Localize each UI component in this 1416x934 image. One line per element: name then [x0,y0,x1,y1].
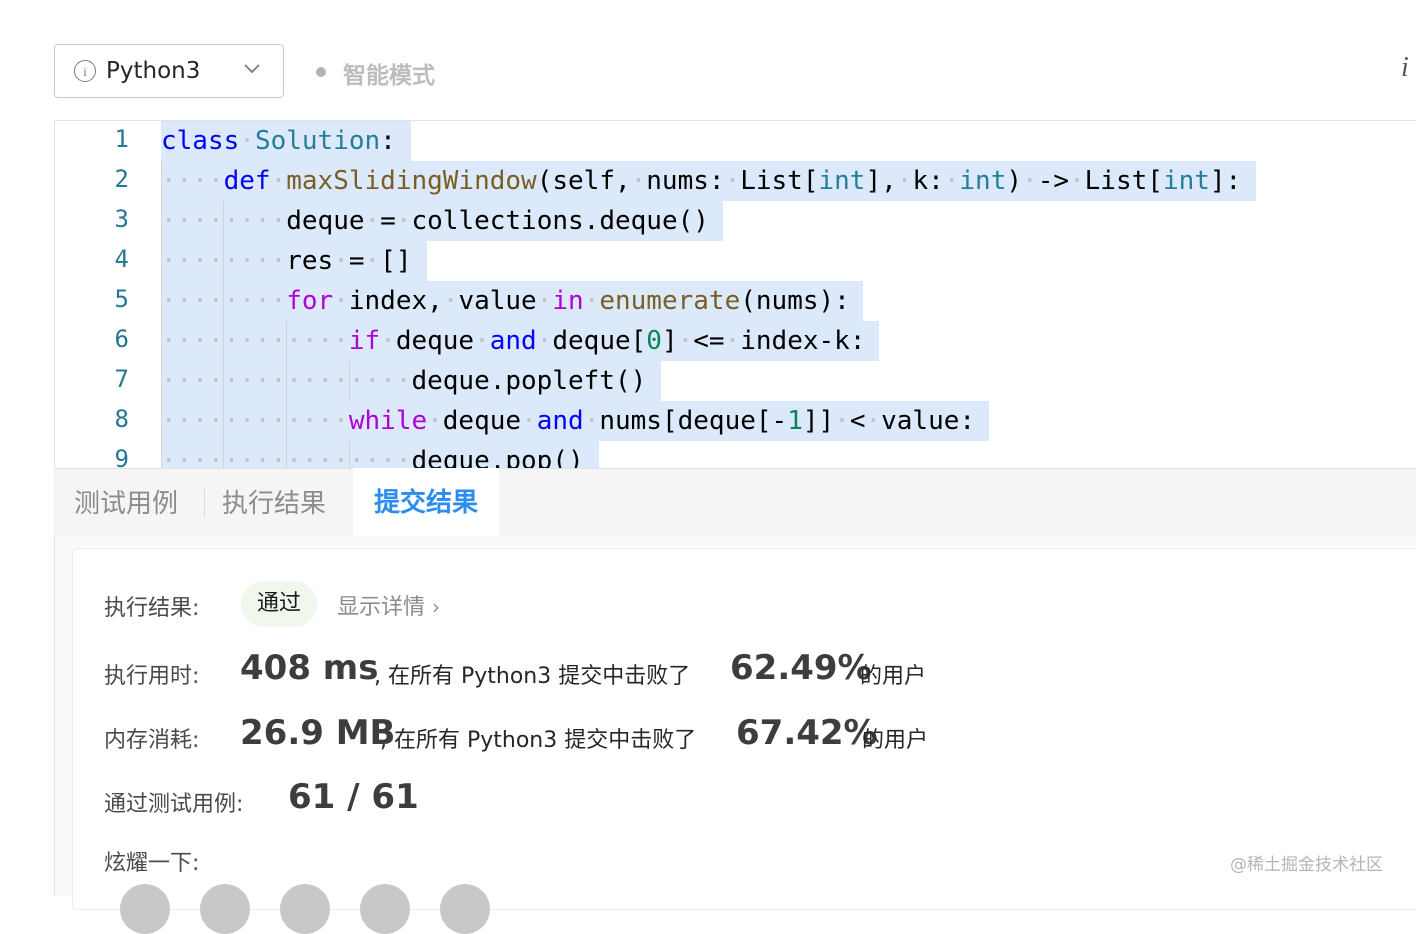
memory-suffix: 的用户 [862,728,929,753]
code-line: 2 ····def·maxSlidingWindow(self,·nums:·L… [55,161,1416,201]
indent-guide [223,201,224,469]
code-text: ············while·deque·and·nums[deque[-… [161,406,976,436]
code-text: class·Solution: [161,126,396,156]
line-number: 5 [114,285,129,313]
code-text: ············if·deque·and·deque[0]·<=·ind… [161,326,866,356]
code-text: ····def·maxSlidingWindow(self,·nums:·Lis… [161,166,1242,196]
show-details-label: 显示详情 [337,595,426,620]
indent-guide [349,441,350,469]
info-italic-icon[interactable]: i [1401,52,1409,84]
share-label: 炫耀一下: [104,851,200,876]
tab-divider [204,489,205,517]
chevron-down-icon [244,64,260,74]
language-label: Python3 [106,58,201,84]
line-number: 3 [114,205,129,233]
line-number: 4 [114,245,129,273]
cases-label: 通过测试用例: [104,792,244,817]
code-line: 4 ········res·=·[] [55,241,1416,281]
line-number: 9 [114,445,129,469]
share-icon[interactable] [200,884,250,934]
smart-mode-label[interactable]: 智能模式 [343,56,435,90]
language-select[interactable]: i Python3 [54,44,284,98]
line-number: 2 [114,165,129,193]
console-tabs: 测试用例 执行结果 提交结果 [54,468,1416,538]
code-line: 6 ············if·deque·and·deque[0]·<=·i… [55,321,1416,361]
code-line: 3 ········deque·=·collections.deque() [55,201,1416,241]
memory-percent: 67.42% [736,713,878,753]
runtime-label: 执行用时: [104,664,200,689]
code-text: ········res·=·[] [161,246,412,276]
memory-text: , 在所有 Python3 提交中击败了 [380,728,697,753]
memory-label: 内存消耗: [104,728,200,753]
runtime-value: 408 ms [240,648,379,688]
indent-guide [286,321,287,469]
memory-value: 26.9 MB [240,713,396,753]
code-text: ················deque.popleft() [161,366,647,396]
code-text: ················deque.pop() [161,446,584,469]
show-details-link[interactable]: 显示详情 › [337,589,440,621]
line-number: 6 [114,325,129,353]
indent-guide [161,161,162,469]
code-line: 8 ············while·deque·and·nums[deque… [55,401,1416,441]
share-icon[interactable] [280,884,330,934]
line-number: 7 [114,365,129,393]
share-icon[interactable] [440,884,490,934]
tab-test-cases[interactable]: 测试用例 [74,483,178,520]
runtime-suffix: 的用户 [860,664,927,689]
code-line: 5 ········for·index,·value·in·enumerate(… [55,281,1416,321]
code-text: ········deque·=·collections.deque() [161,206,709,236]
code-line: 7 ················deque.popleft() [55,361,1416,401]
status-label: 执行结果: [104,596,200,621]
line-number: 1 [114,125,129,153]
share-icon[interactable] [360,884,410,934]
status-badge: 通过 [241,581,318,627]
share-icon[interactable] [120,884,170,934]
cases-value: 61 / 61 [288,777,419,817]
code-text: ········for·index,·value·in·enumerate(nu… [161,286,850,316]
chevron-right-icon: › [432,595,441,619]
line-number: 8 [114,405,129,433]
tab-submit-result[interactable]: 提交结果 [353,468,499,538]
tab-run-result[interactable]: 执行结果 [222,483,326,520]
code-editor[interactable]: 1 class·Solution: 2 ····def·maxSlidingWi… [54,120,1416,469]
indent-guide [349,361,350,401]
watermark: @稀土掘金技术社区 [1230,855,1383,875]
code-line: 9 ················deque.pop() [55,441,1416,469]
code-line: 1 class·Solution: [55,121,1416,161]
runtime-text: , 在所有 Python3 提交中击败了 [374,664,691,689]
runtime-percent: 62.49% [730,648,872,688]
info-icon: i [74,60,96,82]
mode-indicator-dot [316,67,326,77]
